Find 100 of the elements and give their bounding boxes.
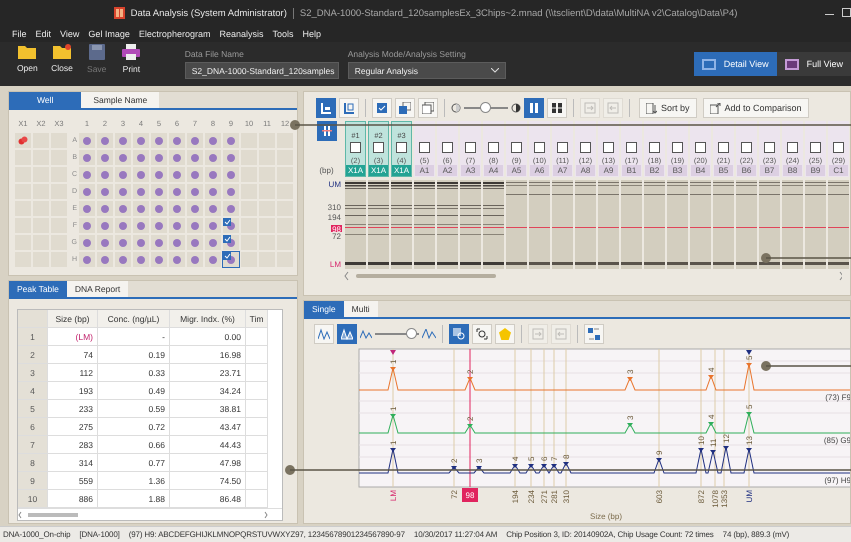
- well[interactable]: [151, 235, 167, 250]
- well[interactable]: [223, 167, 239, 182]
- tool-button[interactable]: [337, 324, 357, 344]
- well[interactable]: [205, 201, 221, 216]
- well[interactable]: [151, 167, 167, 182]
- menu-item[interactable]: File: [12, 29, 27, 39]
- toolbar-button[interactable]: Open: [10, 44, 45, 84]
- well[interactable]: [151, 133, 167, 148]
- view-button[interactable]: Detail View: [694, 52, 777, 76]
- lane-checkbox[interactable]: [603, 142, 614, 153]
- lane-checkbox[interactable]: [626, 142, 637, 153]
- lane-checkbox[interactable]: [419, 142, 430, 153]
- well[interactable]: [115, 150, 131, 165]
- well[interactable]: [79, 150, 95, 165]
- tab[interactable]: Multi: [344, 301, 378, 317]
- well[interactable]: [169, 252, 185, 267]
- well[interactable]: [151, 184, 167, 199]
- well[interactable]: [97, 218, 113, 233]
- well[interactable]: [205, 133, 221, 148]
- file-dropdown[interactable]: S2_DNA-1000-Standard_120samples: [184, 62, 339, 79]
- well[interactable]: [79, 184, 95, 199]
- well[interactable]: [187, 184, 203, 199]
- well[interactable]: [79, 201, 95, 216]
- well[interactable]: [169, 201, 185, 216]
- well[interactable]: [133, 218, 149, 233]
- well[interactable]: [205, 150, 221, 165]
- menu-item[interactable]: Edit: [36, 29, 52, 39]
- well[interactable]: [223, 252, 239, 267]
- well[interactable]: [115, 235, 131, 250]
- column-header[interactable]: Tim: [246, 310, 268, 328]
- well[interactable]: [205, 167, 221, 182]
- well[interactable]: [79, 218, 95, 233]
- slider-thumb[interactable]: [480, 102, 491, 113]
- lane-checkbox[interactable]: [396, 142, 407, 153]
- lane-checkbox[interactable]: [373, 142, 384, 153]
- well[interactable]: [205, 252, 221, 267]
- lane-checkbox[interactable]: [672, 142, 683, 153]
- lane-checkbox[interactable]: [557, 142, 568, 153]
- view-button[interactable]: Full View: [776, 52, 851, 76]
- well[interactable]: [133, 133, 149, 148]
- lane-checkbox[interactable]: [442, 142, 453, 153]
- well[interactable]: [187, 150, 203, 165]
- lane-lock-button[interactable]: [316, 121, 336, 141]
- well[interactable]: [205, 184, 221, 199]
- well[interactable]: [79, 133, 95, 148]
- well[interactable]: [223, 184, 239, 199]
- well[interactable]: [205, 235, 221, 250]
- well[interactable]: [133, 184, 149, 199]
- column-header[interactable]: Conc. (ng/µL): [98, 310, 170, 328]
- tab[interactable]: Sample Name: [81, 92, 160, 108]
- menu-item[interactable]: Tools: [272, 29, 294, 39]
- well[interactable]: [151, 218, 167, 233]
- well[interactable]: [133, 201, 149, 216]
- lane-checkbox[interactable]: [718, 142, 729, 153]
- well[interactable]: [97, 184, 113, 199]
- well[interactable]: [97, 235, 113, 250]
- well[interactable]: [97, 201, 113, 216]
- contrast-slider[interactable]: [464, 102, 508, 114]
- well[interactable]: [223, 201, 239, 216]
- tool-button[interactable]: [524, 98, 544, 118]
- well[interactable]: [169, 235, 185, 250]
- toolbar-button[interactable]: Print: [114, 44, 149, 84]
- menu-item[interactable]: Gel Image: [88, 29, 130, 39]
- tab[interactable]: DNA Report: [66, 281, 128, 297]
- well[interactable]: [151, 150, 167, 165]
- well[interactable]: [205, 218, 221, 233]
- well[interactable]: [115, 201, 131, 216]
- lane-checkbox[interactable]: [488, 142, 499, 153]
- tab[interactable]: Well: [9, 92, 82, 108]
- well[interactable]: [115, 184, 131, 199]
- lane-checkbox[interactable]: [350, 142, 361, 153]
- well[interactable]: [133, 150, 149, 165]
- well[interactable]: [169, 167, 185, 182]
- add-to-comparison-button[interactable]: Add to Comparison: [702, 98, 809, 118]
- well[interactable]: [187, 252, 203, 267]
- well[interactable]: [169, 184, 185, 199]
- menu-item[interactable]: Reanalysis: [219, 29, 264, 39]
- well[interactable]: [133, 235, 149, 250]
- well[interactable]: [79, 252, 95, 267]
- well[interactable]: [223, 235, 239, 250]
- lane-checkbox[interactable]: [741, 142, 752, 153]
- well[interactable]: [151, 201, 167, 216]
- well[interactable]: [97, 133, 113, 148]
- well[interactable]: [97, 167, 113, 182]
- well[interactable]: [15, 133, 31, 148]
- lane-checkbox[interactable]: [465, 142, 476, 153]
- well[interactable]: [187, 201, 203, 216]
- tool-button[interactable]: [316, 98, 336, 118]
- lane-checkbox[interactable]: [833, 142, 844, 153]
- column-header[interactable]: Size (bp): [48, 310, 98, 328]
- tab[interactable]: Single: [304, 301, 344, 317]
- well[interactable]: [97, 150, 113, 165]
- column-header[interactable]: Migr. Indx. (%): [170, 310, 246, 328]
- toolbar-button[interactable]: Close: [44, 44, 80, 84]
- lane-checkbox[interactable]: [534, 142, 545, 153]
- well[interactable]: [79, 235, 95, 250]
- tool-button[interactable]: [449, 324, 469, 344]
- analysis-dropdown[interactable]: Regular Analysis: [348, 62, 506, 79]
- lane-checkbox[interactable]: [580, 142, 591, 153]
- well[interactable]: [187, 167, 203, 182]
